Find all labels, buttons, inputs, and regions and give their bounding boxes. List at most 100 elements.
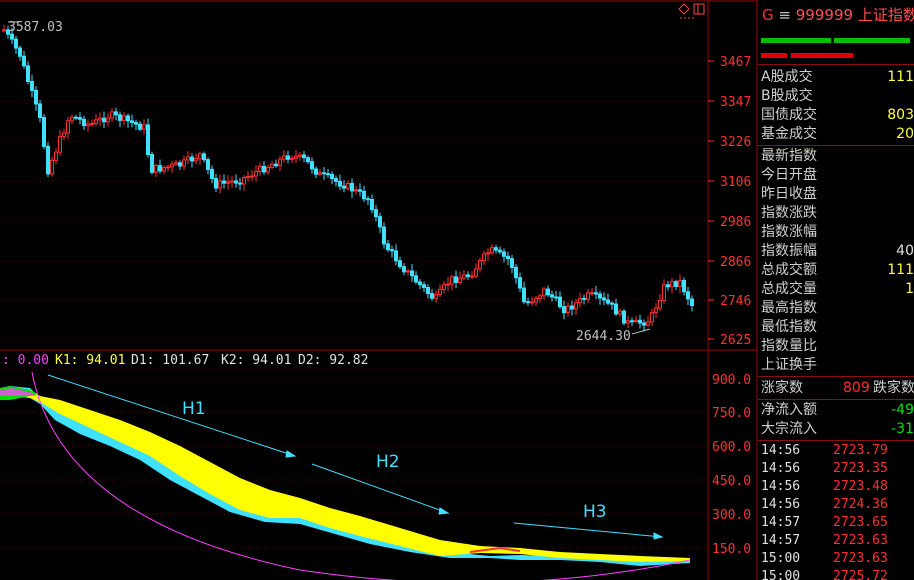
candle-body <box>162 167 166 172</box>
candle-body <box>114 111 118 116</box>
row-amplitude: 指数振幅 40 <box>761 243 914 259</box>
candle-body <box>46 145 50 175</box>
candle-body <box>558 296 562 308</box>
g-icon[interactable]: G <box>762 6 774 24</box>
candle-body <box>262 165 266 173</box>
candle-body <box>154 165 158 173</box>
row-fund-volume: 基金成交 20 <box>761 126 914 142</box>
candle-body <box>346 182 350 189</box>
candle-body <box>474 268 478 277</box>
candle-body <box>194 158 198 162</box>
tick-row: 14:56 2723.79 <box>761 443 888 458</box>
candle-body <box>466 274 470 278</box>
volume-bar-green-2 <box>834 38 910 43</box>
candle-body <box>90 123 94 126</box>
candle-body <box>510 258 514 268</box>
candle-body <box>370 198 374 211</box>
candle-body <box>622 310 626 324</box>
candle-body <box>530 301 534 304</box>
candle-body <box>462 274 466 279</box>
candle-body <box>498 249 502 253</box>
candle-body <box>642 322 646 326</box>
candle-body <box>514 266 518 279</box>
candle-body <box>98 117 102 121</box>
candle-body <box>130 120 134 123</box>
candle-body <box>390 249 394 252</box>
volume-bar-red-1 <box>761 53 787 58</box>
indicator-tick: 150.0 <box>712 542 751 557</box>
candle-body <box>634 319 638 322</box>
legend-k2: K2: 94.01 <box>221 353 291 368</box>
row-change: 指数涨跌 <box>761 205 817 221</box>
diamond-icon[interactable] <box>678 3 690 15</box>
candle-body <box>354 189 358 192</box>
candle-body <box>338 180 342 187</box>
candle-body <box>286 155 290 160</box>
candle-body <box>58 136 62 153</box>
candle-body <box>398 260 402 268</box>
candle-body <box>322 172 326 175</box>
candle-body <box>234 180 238 184</box>
candle-body <box>254 171 258 177</box>
row-net-inflow: 净流入额 -49 <box>761 402 914 418</box>
candle-body <box>290 157 294 160</box>
candle-body <box>242 177 246 185</box>
menu-icon[interactable]: ≡ <box>778 6 791 24</box>
candle-body <box>210 168 214 180</box>
candle-body <box>522 287 526 303</box>
annotation-h2: H2 <box>376 452 400 472</box>
window-icon[interactable] <box>693 3 705 15</box>
candle-body <box>662 284 666 301</box>
candle-body <box>554 296 558 299</box>
candle-body <box>570 305 574 310</box>
candle-body <box>410 270 414 277</box>
candle-body <box>374 209 378 218</box>
row-volume-ratio: 指数量比 <box>761 338 817 354</box>
candle-body <box>630 320 634 323</box>
price-tick: 2625 <box>720 333 751 348</box>
candle-body <box>202 153 206 161</box>
tick-row: 14:57 2723.65 <box>761 515 888 530</box>
candle-body <box>470 275 474 278</box>
candle-body <box>102 117 106 123</box>
row-block-inflow: 大宗流入 -31 <box>761 421 914 437</box>
candle-body <box>402 266 406 273</box>
price-tick: 3467 <box>720 55 751 70</box>
indicator-tick: 750.0 <box>712 406 751 421</box>
candle-body <box>138 123 142 130</box>
candle-body <box>430 293 434 299</box>
candle-body <box>122 115 126 121</box>
candle-body <box>446 283 450 286</box>
candle-body <box>518 277 522 289</box>
row-breadth: 涨家数 809 跌家数 <box>761 380 914 396</box>
candle-body <box>126 115 130 122</box>
indicator-tick: 900.0 <box>712 373 751 388</box>
candle-body <box>486 252 490 255</box>
price-tick: 3226 <box>720 135 751 150</box>
index-name: 上证指数 <box>857 6 914 24</box>
candle-body <box>566 305 570 314</box>
row-b-share-volume: B股成交 <box>761 88 813 104</box>
candle-body <box>170 163 174 168</box>
row-bond-volume: 国债成交 803 <box>761 107 914 123</box>
candle-body <box>638 319 642 324</box>
legend-prefix: : 0.00 <box>2 353 49 368</box>
legend-k1: K1: 94.01 <box>55 353 125 368</box>
candle-body <box>318 172 322 175</box>
candle-body <box>458 277 462 283</box>
candle-body <box>174 162 178 165</box>
candle-body <box>134 121 138 125</box>
tick-row: 14:57 2723.63 <box>761 533 888 548</box>
candle-body <box>670 281 674 288</box>
candle-body <box>34 89 38 105</box>
tick-row: 14:56 2723.48 <box>761 479 888 494</box>
price-tick: 2986 <box>720 215 751 230</box>
candle-body <box>586 292 590 300</box>
price-tick: 3347 <box>720 95 751 110</box>
tick-row: 15:00 2723.63 <box>761 551 888 566</box>
candle-body <box>678 280 682 287</box>
candlestick-series <box>2 25 694 332</box>
candle-body <box>478 259 482 270</box>
candle-body <box>74 116 78 119</box>
tick-row: 14:56 2724.36 <box>761 497 888 512</box>
